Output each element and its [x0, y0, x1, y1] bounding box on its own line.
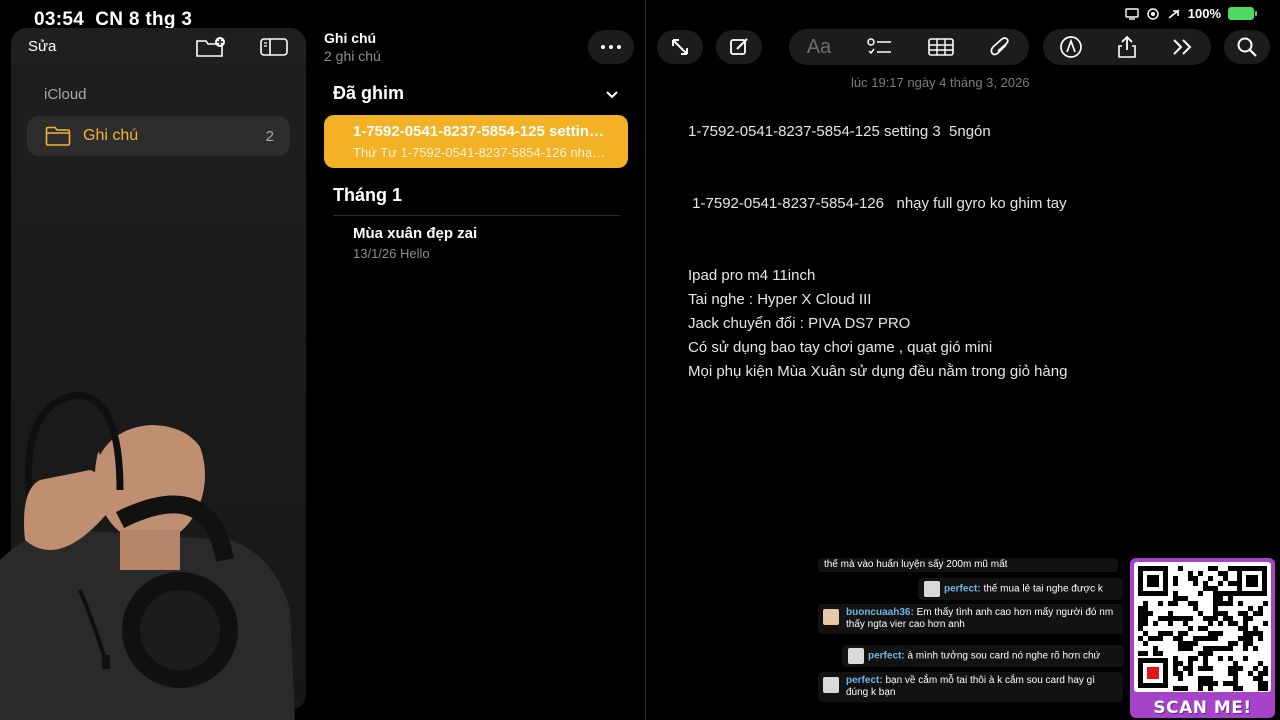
edit-button[interactable]: Sửa	[28, 38, 56, 55]
icloud-section-label: iCloud	[44, 86, 87, 103]
chat-message: perfect: à mình tưởng sou card nó nghe r…	[842, 645, 1124, 667]
pinned-note-item[interactable]: 1-7592-0541-8237-5854-125 setting 3 5ngó…	[324, 115, 628, 168]
chevron-down-icon[interactable]	[604, 88, 620, 100]
qr-code-overlay: SCAN ME!	[1130, 558, 1275, 718]
sidebar-item-notes[interactable]: Ghi chú 2	[27, 116, 290, 156]
battery-percent: 100%	[1187, 6, 1221, 21]
chat-message: perfect: thế mua lẻ tai nghe được k	[918, 578, 1123, 600]
new-note-button[interactable]	[716, 30, 762, 64]
more-chevrons-icon[interactable]	[1171, 37, 1195, 57]
new-folder-icon[interactable]	[195, 36, 225, 58]
checklist-icon[interactable]	[866, 37, 893, 57]
note-title: 1-7592-0541-8237-5854-125 setting 3 5ngó…	[353, 123, 610, 140]
note-line: Mọi phụ kiện Mùa Xuân sử dụng đều nằm tr…	[688, 363, 1068, 380]
note-line	[688, 240, 1067, 264]
note-line: Jack chuyển đổi : PIVA DS7 PRO	[688, 315, 911, 332]
compose-icon	[730, 38, 748, 55]
note-line: 1-7592-0541-8237-5854-125 setting 3 5ngó…	[688, 123, 991, 140]
note-list-title: Ghi chú	[324, 30, 377, 46]
note-preview: Thứ Tư 1-7592-0541-8237-5854-126 nhạy fu…	[353, 145, 610, 160]
note-editor[interactable]: 1-7592-0541-8237-5854-125 setting 3 5ngó…	[688, 120, 1067, 384]
more-options-button[interactable]	[588, 30, 634, 64]
qr-code	[1134, 562, 1271, 692]
note-line	[688, 216, 1067, 240]
sidebar-toggle-icon[interactable]	[259, 36, 289, 58]
note-line	[688, 168, 1067, 192]
avatar	[823, 677, 839, 693]
search-button[interactable]	[1224, 30, 1270, 64]
airplane-icon	[1168, 8, 1180, 19]
live-chat-overlay: thế mà vào huấn luyện sấy 200m mũ mất pe…	[818, 558, 1128, 720]
chat-message: buoncuaah36: Em thấy tình anh cao hơn mấ…	[818, 604, 1123, 634]
scan-me-label: SCAN ME!	[1153, 698, 1252, 718]
note-line: Tai nghe : Hyper X Cloud III	[688, 291, 872, 308]
sidebar-item-label: Ghi chú	[83, 127, 139, 144]
avatar	[848, 648, 864, 664]
note-line	[688, 144, 1067, 168]
sidebar-item-count: 2	[265, 127, 274, 145]
chat-message: thế mà vào huấn luyện sấy 200m mũ mất	[818, 558, 1118, 572]
avatar	[823, 609, 839, 625]
webcam-overlay	[0, 391, 295, 720]
share-icon[interactable]	[1116, 35, 1138, 59]
battery-icon	[1228, 7, 1257, 20]
status-indicators: 100%	[1125, 6, 1257, 21]
note-count: 2 ghi chú	[324, 48, 381, 64]
note-timestamp: lúc 19:17 ngày 4 tháng 3, 2026	[851, 75, 1030, 90]
pinned-section-header: Đã ghim	[333, 83, 405, 103]
folder-icon	[45, 126, 71, 146]
more-icon	[601, 45, 605, 49]
avatar	[924, 581, 940, 597]
markup-icon[interactable]	[1059, 35, 1083, 59]
search-icon	[1237, 37, 1257, 57]
note-line: Có sử dụng bao tay chơi game , quạt gió …	[688, 339, 993, 356]
text-format-button[interactable]: Aa	[807, 36, 831, 59]
note-title: Mùa xuân đẹp zai	[353, 225, 478, 242]
action-toolbar	[1043, 29, 1211, 65]
format-toolbar: Aa	[789, 29, 1029, 65]
table-icon[interactable]	[928, 37, 954, 57]
focus-icon	[1147, 7, 1159, 20]
qr-code-image	[1138, 566, 1268, 691]
screen-mirror-icon	[1125, 7, 1139, 20]
note-line: Ipad pro m4 11inch	[688, 267, 816, 284]
note-preview: 13/1/26 Hello	[353, 246, 430, 261]
column-divider	[645, 0, 646, 720]
divider	[333, 215, 620, 216]
note-list-item[interactable]: Mùa xuân đẹp zai 13/1/26 Hello	[353, 225, 477, 261]
note-line: 1-7592-0541-8237-5854-126 nhạy full gyro…	[688, 195, 1067, 212]
expand-button[interactable]	[657, 30, 703, 64]
attachment-icon[interactable]	[989, 36, 1011, 58]
month-section-header: Tháng 1	[333, 185, 403, 205]
expand-icon	[672, 39, 688, 55]
chat-message: perfect: bạn về cắm mỗ tai thôi à k cắm …	[818, 672, 1123, 702]
